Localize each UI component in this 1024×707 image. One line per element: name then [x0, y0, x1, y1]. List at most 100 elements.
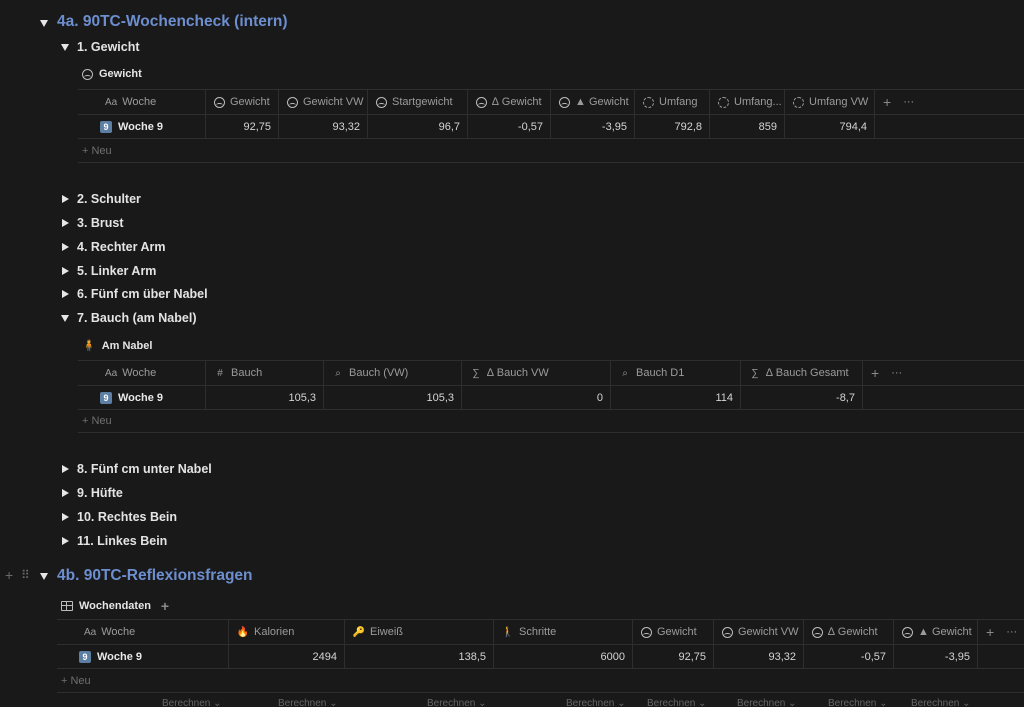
section-b-toggle-caret[interactable]: [40, 573, 48, 580]
cell-gewicht-vw[interactable]: 93,32: [714, 645, 804, 668]
toggle-4-label[interactable]: 4. Rechter Arm: [77, 240, 165, 254]
col-kalorien[interactable]: 🔥 Kalorien: [229, 620, 345, 644]
plus-icon[interactable]: +: [871, 365, 879, 381]
toggle-11-label[interactable]: 11. Linkes Bein: [77, 534, 167, 548]
cell-gewicht-vw[interactable]: 93,32: [279, 115, 368, 138]
new-row-button[interactable]: + Neu: [82, 415, 112, 427]
toggle-4-caret[interactable]: [62, 243, 69, 251]
toggle-7-label[interactable]: 7. Bauch (am Nabel): [77, 311, 196, 325]
toggle-10-caret[interactable]: [62, 513, 69, 521]
toggle-6-caret[interactable]: [62, 290, 69, 298]
cell-kalorien[interactable]: 2494: [229, 645, 345, 668]
table-gewicht: Aa Woche Gewicht Gewicht VW Startgewicht…: [78, 89, 1024, 141]
cell-bauch-vw[interactable]: 105,3: [324, 386, 462, 409]
cell-umfang[interactable]: 792,8: [635, 115, 710, 138]
add-column[interactable]: + ···: [875, 90, 925, 114]
cell-gewicht[interactable]: 92,75: [633, 645, 714, 668]
calc-up-gewicht[interactable]: Berechnen ⌄: [911, 698, 971, 707]
col-woche[interactable]: Aa Woche: [57, 620, 229, 644]
col-schritte[interactable]: 🚶 Schritte: [494, 620, 633, 644]
calc-eiweiss[interactable]: Berechnen ⌄: [278, 698, 338, 707]
toggle-3-label[interactable]: 3. Brust: [77, 216, 124, 230]
toggle-8-caret[interactable]: [62, 465, 69, 473]
toggle-8-label[interactable]: 8. Fünf cm unter Nabel: [77, 462, 212, 476]
col-delta-gewicht[interactable]: ∆ Gewicht: [468, 90, 551, 114]
drag-handle-icon[interactable]: ⠿: [21, 568, 30, 582]
cell-delta-gewicht[interactable]: -0,57: [804, 645, 894, 668]
cell-umfang-2[interactable]: 859: [710, 115, 785, 138]
toggle-11-caret[interactable]: [62, 537, 69, 545]
toggle-2-label[interactable]: 2. Schulter: [77, 192, 141, 206]
toggle-9-caret[interactable]: [62, 489, 69, 497]
toggle-1-caret[interactable]: [61, 44, 69, 51]
col-up-gewicht[interactable]: ▲ Gewicht: [551, 90, 635, 114]
row-title[interactable]: 9 Woche 9: [57, 645, 229, 668]
cell-up-gewicht[interactable]: -3,95: [551, 115, 635, 138]
col-bauch-d1[interactable]: ⌕ Bauch D1: [611, 361, 741, 385]
new-row-button[interactable]: + Neu: [82, 145, 112, 157]
add-column[interactable]: + ···: [978, 620, 1024, 644]
cell-bauch[interactable]: 105,3: [206, 386, 324, 409]
table-row[interactable]: 9 Woche 9 105,3 105,3 0 114 -8,7: [78, 385, 1024, 410]
calc-gewicht-vw-2[interactable]: Berechnen ⌄: [737, 698, 797, 707]
add-view-icon[interactable]: +: [161, 598, 169, 614]
plus-icon[interactable]: +: [883, 94, 891, 110]
more-icon[interactable]: ···: [1006, 626, 1017, 638]
cell-up-gewicht[interactable]: -3,95: [894, 645, 978, 668]
cell-umfang-vw[interactable]: 794,4: [785, 115, 875, 138]
col-startgewicht[interactable]: Startgewicht: [368, 90, 468, 114]
col-umfang-truncated[interactable]: Umfang...: [710, 90, 785, 114]
view-7-tab[interactable]: 🧍 Am Nabel: [82, 339, 152, 353]
col-umfang[interactable]: Umfang: [635, 90, 710, 114]
col-delta-gewicht[interactable]: ∆ Gewicht: [804, 620, 894, 644]
col-gewicht-vw[interactable]: Gewicht VW: [714, 620, 804, 644]
plus-icon[interactable]: +: [986, 624, 994, 640]
section-a-toggle-caret[interactable]: [40, 20, 48, 27]
toggle-10-label[interactable]: 10. Rechtes Bein: [77, 510, 177, 524]
col-delta-bauch-gesamt[interactable]: ∑ ∆ Bauch Gesamt: [741, 361, 863, 385]
row-title[interactable]: 9 Woche 9: [78, 386, 206, 409]
table-row[interactable]: 9 Woche 9 2494 138,5 6000 92,75 93,32 -0…: [57, 644, 1024, 669]
col-gewicht[interactable]: Gewicht: [633, 620, 714, 644]
view-1-tab[interactable]: Gewicht: [82, 68, 142, 80]
new-row-button[interactable]: + Neu: [61, 675, 91, 687]
toggle-2-caret[interactable]: [62, 195, 69, 203]
toggle-9-label[interactable]: 9. Hüfte: [77, 486, 123, 500]
col-woche[interactable]: Aa Woche: [78, 361, 206, 385]
more-icon[interactable]: ···: [891, 367, 902, 379]
col-bauch-vw[interactable]: ⌕ Bauch (VW): [324, 361, 462, 385]
toggle-7-caret[interactable]: [61, 315, 69, 322]
cell-eiweiss[interactable]: 138,5: [345, 645, 494, 668]
calc-kalorien[interactable]: Berechnen ⌄: [162, 698, 222, 707]
cell-delta-gewicht[interactable]: -0,57: [468, 115, 551, 138]
cell-startgewicht[interactable]: 96,7: [368, 115, 468, 138]
cell-delta-bauch-gesamt[interactable]: -8,7: [741, 386, 863, 409]
col-gewicht[interactable]: Gewicht: [206, 90, 279, 114]
toggle-1-label[interactable]: 1. Gewicht: [77, 40, 140, 54]
table-row[interactable]: 9 Woche 9 92,75 93,32 96,7 -0,57 -3,95 7…: [78, 114, 1024, 139]
calc-delta-gewicht[interactable]: Berechnen ⌄: [828, 698, 888, 707]
calc-gewicht-vw[interactable]: Berechnen ⌄: [647, 698, 707, 707]
block-add-icon[interactable]: +: [5, 567, 13, 583]
col-eiweiss[interactable]: 🔑 Eiweiß: [345, 620, 494, 644]
col-bauch[interactable]: # Bauch: [206, 361, 324, 385]
toggle-5-caret[interactable]: [62, 267, 69, 275]
more-icon[interactable]: ···: [903, 96, 914, 108]
toggle-6-label[interactable]: 6. Fünf cm über Nabel: [77, 287, 208, 301]
calc-gewicht[interactable]: Berechnen ⌄: [566, 698, 626, 707]
view-b-tab[interactable]: Wochendaten +: [61, 598, 169, 614]
cell-gewicht[interactable]: 92,75: [206, 115, 279, 138]
row-title[interactable]: 9 Woche 9: [78, 115, 206, 138]
col-umfang-vw[interactable]: Umfang VW: [785, 90, 875, 114]
col-woche[interactable]: Aa Woche: [78, 90, 206, 114]
col-gewicht-vw[interactable]: Gewicht VW: [279, 90, 368, 114]
toggle-5-label[interactable]: 5. Linker Arm: [77, 264, 156, 278]
col-up-gewicht[interactable]: ▲ Gewicht: [894, 620, 978, 644]
col-delta-bauch-vw[interactable]: ∑ ∆ Bauch VW: [462, 361, 611, 385]
toggle-3-caret[interactable]: [62, 219, 69, 227]
add-column[interactable]: + ···: [863, 361, 913, 385]
cell-schritte[interactable]: 6000: [494, 645, 633, 668]
calc-schritte[interactable]: Berechnen ⌄: [427, 698, 487, 707]
cell-bauch-d1[interactable]: 114: [611, 386, 741, 409]
cell-delta-bauch-vw[interactable]: 0: [462, 386, 611, 409]
